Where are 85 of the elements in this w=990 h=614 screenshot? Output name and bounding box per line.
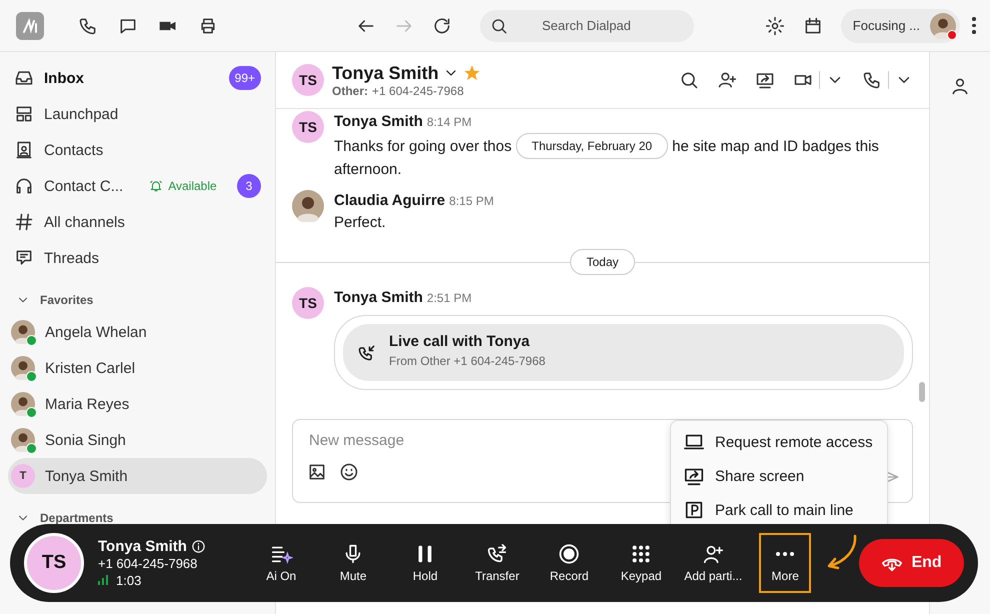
date-pill: Thursday, February 20 — [516, 133, 668, 159]
call-control[interactable]: More — [759, 533, 812, 593]
call-control[interactable]: Ai On — [245, 533, 318, 593]
avatar: TS — [24, 533, 84, 593]
search-icon — [679, 70, 699, 90]
hash-icon — [14, 212, 34, 232]
star-icon[interactable] — [462, 64, 481, 82]
reload-icon — [432, 16, 452, 36]
favorite-contact[interactable]: Angela Whelan — [8, 314, 267, 350]
menu-item[interactable]: Park call to main line — [671, 493, 887, 527]
transfer-icon — [486, 543, 508, 565]
info-icon — [190, 538, 206, 554]
message-author: Tonya Smith — [334, 113, 423, 130]
menu-item[interactable]: Share screen — [671, 459, 887, 493]
phone-number: +1 604-245-7968 — [372, 84, 464, 98]
end-call-button[interactable]: End — [859, 539, 964, 587]
more-icon — [775, 552, 796, 556]
message-author: Claudia Aguirre — [334, 192, 446, 209]
status-selector[interactable]: Focusing ... — [840, 8, 960, 42]
headset-icon — [14, 176, 34, 196]
message-author: Tonya Smith — [334, 289, 423, 306]
call-duration: 1:03 — [116, 572, 142, 588]
call-title: Live call with Tonya — [389, 333, 531, 351]
incoming-call-icon — [357, 342, 377, 362]
search-icon — [490, 16, 508, 34]
favorite-contact[interactable]: Kristen Carlel — [8, 350, 267, 386]
message-text: Perfect. — [334, 213, 386, 233]
call-control[interactable]: Hold — [389, 533, 462, 593]
call-card[interactable]: Live call with Tonya From Other +1 604-245-7968 — [334, 315, 913, 390]
message-time: 8:15 PM — [449, 194, 494, 208]
favorite-contact[interactable]: Maria Reyes — [8, 386, 267, 422]
call-control[interactable]: Add parti... — [677, 533, 750, 593]
avatar: TS — [292, 287, 324, 319]
count-badge: 3 — [237, 174, 261, 198]
number-label: Other: — [332, 84, 368, 98]
launchpad-icon — [14, 104, 34, 124]
nav-item[interactable]: Threads — [44, 250, 100, 266]
settings-icon — [764, 16, 785, 36]
date-pill: Today — [570, 249, 635, 275]
phone-icon — [862, 70, 882, 90]
message-text: afternoon. — [334, 161, 402, 178]
add-person-icon — [717, 70, 737, 90]
app-logo[interactable] — [16, 12, 44, 40]
record-icon — [558, 543, 580, 565]
favorite-contact[interactable]: T Tonya Smith — [8, 458, 267, 494]
smile-icon — [339, 462, 359, 482]
search-field[interactable]: Search Dialpad — [480, 10, 694, 42]
message-time: 8:14 PM — [426, 115, 472, 129]
caller-number: +1 604-245-7968 — [98, 554, 198, 572]
menu-item[interactable]: Request remote access — [671, 425, 887, 459]
caller-name: Tonya Smith — [98, 538, 187, 554]
image-icon — [307, 462, 327, 482]
nav-item[interactable]: Inbox — [44, 70, 84, 86]
phone-icon — [78, 16, 98, 36]
nav-item[interactable]: Contacts — [44, 142, 104, 158]
parking-icon — [683, 499, 705, 521]
avatar: T — [11, 464, 35, 488]
call-control[interactable]: Record — [533, 533, 606, 593]
message-text: Thanks for going over thos — [334, 136, 512, 156]
favorite-contact[interactable]: Sonia Singh — [8, 422, 267, 458]
signal-icon — [98, 575, 108, 585]
message-text: he site map and ID badges this — [672, 136, 879, 156]
nav-item[interactable]: Launchpad — [44, 106, 118, 122]
scrollbar[interactable] — [919, 382, 925, 402]
contact-name[interactable]: Tonya Smith — [332, 62, 439, 84]
person-icon — [950, 76, 970, 96]
calendar-icon — [802, 16, 823, 36]
call-control[interactable]: Transfer — [461, 533, 534, 593]
call-control[interactable]: Mute — [317, 533, 390, 593]
avatar: TS — [292, 111, 324, 143]
add-person-icon — [702, 543, 724, 565]
keypad-icon — [630, 543, 652, 565]
avatar: TS — [292, 64, 324, 96]
message-time: 2:51 PM — [426, 291, 472, 305]
call-control[interactable]: Keypad — [605, 533, 678, 593]
section-header[interactable]: Departments — [40, 511, 114, 525]
alarm-bell-icon — [149, 179, 164, 193]
section-header[interactable]: Favorites — [40, 293, 94, 307]
count-badge: 99+ — [228, 66, 261, 90]
call-detail: From Other +1 604-245-7968 — [389, 353, 546, 370]
nav-item[interactable]: Contact C... — [44, 178, 124, 194]
more-options-icon[interactable] — [972, 17, 976, 34]
nav-item[interactable]: All channels — [44, 214, 125, 230]
avatar — [930, 12, 956, 38]
contacts-icon — [14, 140, 34, 160]
